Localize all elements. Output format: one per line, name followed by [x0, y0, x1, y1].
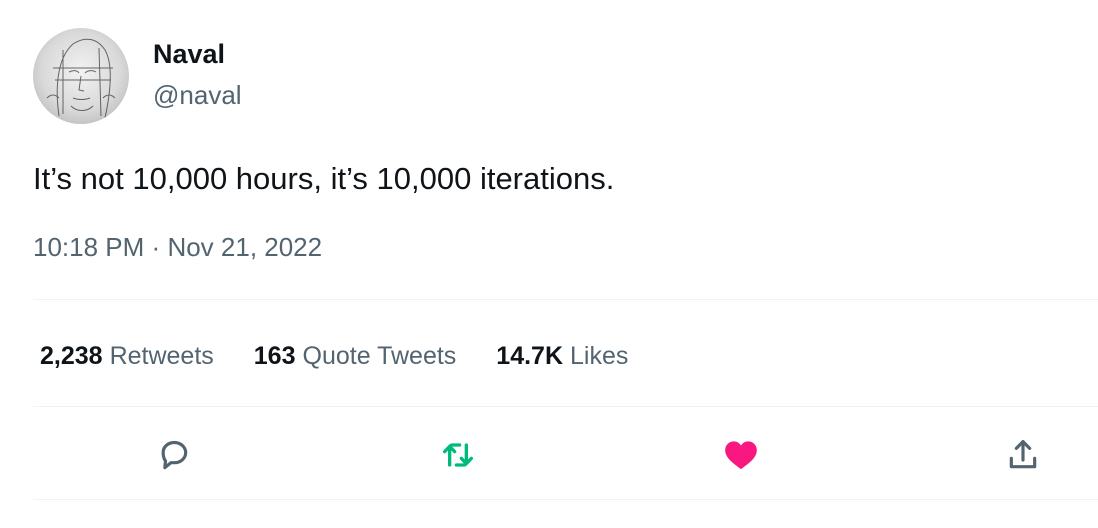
tweet-text: It’s not 10,000 hours, it’s 10,000 itera… [33, 161, 615, 196]
avatar[interactable] [33, 28, 129, 124]
engagement-stats: 2,238 Retweets 163 Quote Tweets 14.7K Li… [40, 338, 668, 374]
author-display-name[interactable]: Naval [153, 38, 225, 70]
like-button[interactable] [719, 433, 763, 477]
avatar-sketch-face [46, 38, 116, 119]
reply-button[interactable] [152, 433, 196, 477]
tweet-card: Naval @naval It’s not 10,000 hours, it’s… [0, 0, 1098, 528]
reply-icon [161, 440, 188, 470]
retweets-stat[interactable]: 2,238 Retweets [40, 342, 214, 371]
tweet-timestamp[interactable]: 10:18 PM · Nov 21, 2022 [33, 230, 322, 264]
author-handle[interactable]: @naval [153, 79, 242, 111]
retweet-icon [443, 443, 473, 467]
divider [33, 499, 1098, 500]
likes-label: Likes [570, 341, 629, 370]
retweets-label: Retweets [109, 341, 214, 370]
heart-icon [725, 441, 757, 470]
likes-stat[interactable]: 14.7K Likes [496, 342, 628, 371]
likes-count: 14.7K [496, 341, 564, 370]
share-button[interactable] [1001, 433, 1045, 477]
divider [33, 299, 1098, 300]
quote-tweets-label: Quote Tweets [302, 341, 457, 370]
share-icon [1009, 440, 1037, 469]
retweet-button[interactable] [436, 433, 480, 477]
retweets-count: 2,238 [40, 341, 103, 370]
tweet-time: 10:18 PM [33, 232, 145, 262]
quote-tweets-stat[interactable]: 163 Quote Tweets [254, 342, 457, 371]
tweet-date: Nov 21, 2022 [167, 232, 323, 262]
timestamp-separator: · [151, 232, 161, 262]
divider [33, 406, 1098, 407]
quote-tweets-count: 163 [253, 341, 296, 370]
